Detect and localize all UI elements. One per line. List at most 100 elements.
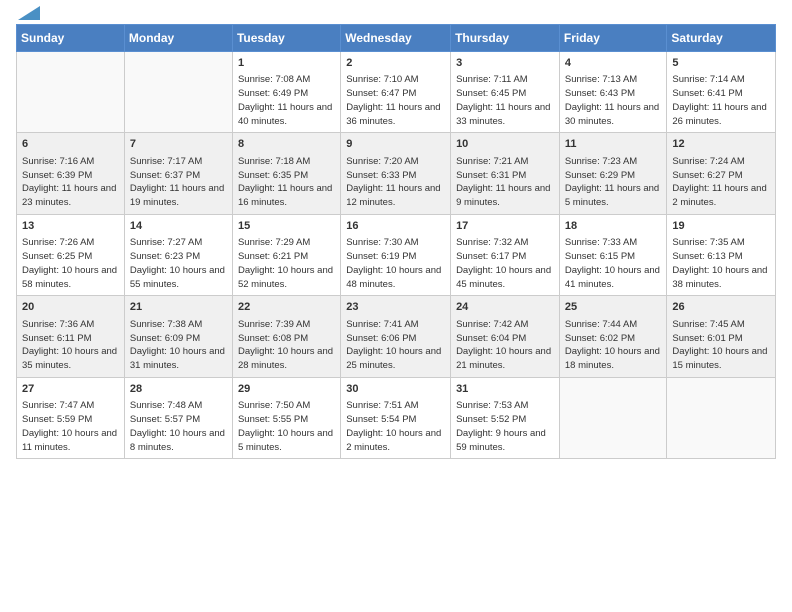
cell-content: Sunrise: 7:16 AM Sunset: 6:39 PM Dayligh… [22, 155, 119, 210]
calendar-cell: 6 Sunrise: 7:16 AM Sunset: 6:39 PM Daylig… [17, 133, 125, 214]
day-number: 6 [22, 137, 119, 152]
day-number: 7 [130, 137, 227, 152]
calendar-row-2: 6 Sunrise: 7:16 AM Sunset: 6:39 PM Daylig… [17, 133, 776, 214]
cell-content: Sunrise: 7:45 AM Sunset: 6:01 PM Dayligh… [672, 318, 770, 373]
cell-content: Sunrise: 7:27 AM Sunset: 6:23 PM Dayligh… [130, 236, 227, 291]
day-number: 19 [672, 219, 770, 234]
calendar-row-4: 20Sunrise: 7:36 AM Sunset: 6:11 PM Dayli… [17, 296, 776, 377]
calendar-cell: 5 Sunrise: 7:14 AM Sunset: 6:41 PM Daylig… [667, 52, 776, 133]
cell-content: Sunrise: 7:26 AM Sunset: 6:25 PM Dayligh… [22, 236, 119, 291]
calendar-cell: 9 Sunrise: 7:20 AM Sunset: 6:33 PM Daylig… [341, 133, 451, 214]
calendar-cell [17, 52, 125, 133]
cell-content: Sunrise: 7:30 AM Sunset: 6:19 PM Dayligh… [346, 236, 445, 291]
day-number: 5 [672, 56, 770, 71]
day-number: 18 [565, 219, 662, 234]
cell-content: Sunrise: 7:33 AM Sunset: 6:15 PM Dayligh… [565, 236, 662, 291]
logo [16, 12, 40, 16]
calendar-cell: 17 Sunrise: 7:32 AM Sunset: 6:17 PM Dayli… [451, 214, 560, 295]
calendar-row-5: 27 Sunrise: 7:47 AM Sunset: 5:59 PM Dayli… [17, 377, 776, 458]
calendar-cell: 14 Sunrise: 7:27 AM Sunset: 6:23 PM Dayli… [124, 214, 232, 295]
calendar-cell [667, 377, 776, 458]
cell-content: Sunrise: 7:38 AM Sunset: 6:09 PM Dayligh… [130, 318, 227, 373]
calendar-cell: 30 Sunrise: 7:51 AM Sunset: 5:54 PM Dayli… [341, 377, 451, 458]
day-number: 24 [456, 300, 554, 315]
cell-content: Sunrise: 7:08 AM Sunset: 6:49 PM Dayligh… [238, 73, 335, 128]
cell-content: Sunrise: 7:11 AM Sunset: 6:45 PM Dayligh… [456, 73, 554, 128]
day-number: 30 [346, 382, 445, 397]
day-number: 10 [456, 137, 554, 152]
calendar-cell: 29 Sunrise: 7:50 AM Sunset: 5:55 PM Dayli… [232, 377, 340, 458]
cell-content: Sunrise: 7:17 AM Sunset: 6:37 PM Dayligh… [130, 155, 227, 210]
day-number: 2 [346, 56, 445, 71]
col-header-friday: Friday [559, 25, 667, 52]
cell-content: Sunrise: 7:20 AM Sunset: 6:33 PM Dayligh… [346, 155, 445, 210]
header-row: SundayMondayTuesdayWednesdayThursdayFrid… [17, 25, 776, 52]
calendar-cell: 21 Sunrise: 7:38 AM Sunset: 6:09 PM Dayli… [124, 296, 232, 377]
calendar-cell: 3Sunrise: 7:11 AM Sunset: 6:45 PM Daylig… [451, 52, 560, 133]
cell-content: Sunrise: 7:41 AM Sunset: 6:06 PM Dayligh… [346, 318, 445, 373]
calendar-cell: 12 Sunrise: 7:24 AM Sunset: 6:27 PM Dayli… [667, 133, 776, 214]
calendar-row-3: 13 Sunrise: 7:26 AM Sunset: 6:25 PM Dayli… [17, 214, 776, 295]
cell-content: Sunrise: 7:32 AM Sunset: 6:17 PM Dayligh… [456, 236, 554, 291]
page-header [16, 12, 776, 16]
day-number: 8 [238, 137, 335, 152]
cell-content: Sunrise: 7:24 AM Sunset: 6:27 PM Dayligh… [672, 155, 770, 210]
day-number: 27 [22, 382, 119, 397]
cell-content: Sunrise: 7:42 AM Sunset: 6:04 PM Dayligh… [456, 318, 554, 373]
day-number: 31 [456, 382, 554, 397]
col-header-sunday: Sunday [17, 25, 125, 52]
day-number: 28 [130, 382, 227, 397]
calendar-cell: 26Sunrise: 7:45 AM Sunset: 6:01 PM Dayli… [667, 296, 776, 377]
calendar-cell [124, 52, 232, 133]
day-number: 16 [346, 219, 445, 234]
calendar-page: SundayMondayTuesdayWednesdayThursdayFrid… [0, 0, 792, 612]
calendar-cell: 1Sunrise: 7:08 AM Sunset: 6:49 PM Daylig… [232, 52, 340, 133]
day-number: 23 [346, 300, 445, 315]
cell-content: Sunrise: 7:13 AM Sunset: 6:43 PM Dayligh… [565, 73, 662, 128]
day-number: 15 [238, 219, 335, 234]
cell-content: Sunrise: 7:44 AM Sunset: 6:02 PM Dayligh… [565, 318, 662, 373]
calendar-cell: 16 Sunrise: 7:30 AM Sunset: 6:19 PM Dayli… [341, 214, 451, 295]
day-number: 12 [672, 137, 770, 152]
cell-content: Sunrise: 7:47 AM Sunset: 5:59 PM Dayligh… [22, 399, 119, 454]
cell-content: Sunrise: 7:51 AM Sunset: 5:54 PM Dayligh… [346, 399, 445, 454]
cell-content: Sunrise: 7:29 AM Sunset: 6:21 PM Dayligh… [238, 236, 335, 291]
col-header-tuesday: Tuesday [232, 25, 340, 52]
logo-icon [18, 6, 40, 20]
cell-content: Sunrise: 7:35 AM Sunset: 6:13 PM Dayligh… [672, 236, 770, 291]
cell-content: Sunrise: 7:21 AM Sunset: 6:31 PM Dayligh… [456, 155, 554, 210]
day-number: 21 [130, 300, 227, 315]
col-header-wednesday: Wednesday [341, 25, 451, 52]
cell-content: Sunrise: 7:23 AM Sunset: 6:29 PM Dayligh… [565, 155, 662, 210]
calendar-cell: 18 Sunrise: 7:33 AM Sunset: 6:15 PM Dayli… [559, 214, 667, 295]
cell-content: Sunrise: 7:36 AM Sunset: 6:11 PM Dayligh… [22, 318, 119, 373]
calendar-cell: 15 Sunrise: 7:29 AM Sunset: 6:21 PM Dayli… [232, 214, 340, 295]
calendar-cell: 10 Sunrise: 7:21 AM Sunset: 6:31 PM Dayli… [451, 133, 560, 214]
cell-content: Sunrise: 7:53 AM Sunset: 5:52 PM Dayligh… [456, 399, 554, 454]
cell-content: Sunrise: 7:48 AM Sunset: 5:57 PM Dayligh… [130, 399, 227, 454]
cell-content: Sunrise: 7:50 AM Sunset: 5:55 PM Dayligh… [238, 399, 335, 454]
col-header-saturday: Saturday [667, 25, 776, 52]
day-number: 29 [238, 382, 335, 397]
logo-text [16, 12, 40, 16]
day-number: 11 [565, 137, 662, 152]
calendar-cell: 27 Sunrise: 7:47 AM Sunset: 5:59 PM Dayli… [17, 377, 125, 458]
calendar-cell: 28 Sunrise: 7:48 AM Sunset: 5:57 PM Dayli… [124, 377, 232, 458]
cell-content: Sunrise: 7:14 AM Sunset: 6:41 PM Dayligh… [672, 73, 770, 128]
calendar-cell: 11 Sunrise: 7:23 AM Sunset: 6:29 PM Dayli… [559, 133, 667, 214]
calendar-cell: 7 Sunrise: 7:17 AM Sunset: 6:37 PM Daylig… [124, 133, 232, 214]
day-number: 25 [565, 300, 662, 315]
cell-content: Sunrise: 7:10 AM Sunset: 6:47 PM Dayligh… [346, 73, 445, 128]
calendar-cell: 20Sunrise: 7:36 AM Sunset: 6:11 PM Dayli… [17, 296, 125, 377]
calendar-cell: 31 Sunrise: 7:53 AM Sunset: 5:52 PM Dayli… [451, 377, 560, 458]
day-number: 14 [130, 219, 227, 234]
cell-content: Sunrise: 7:18 AM Sunset: 6:35 PM Dayligh… [238, 155, 335, 210]
calendar-cell: 8 Sunrise: 7:18 AM Sunset: 6:35 PM Daylig… [232, 133, 340, 214]
day-number: 17 [456, 219, 554, 234]
day-number: 13 [22, 219, 119, 234]
col-header-monday: Monday [124, 25, 232, 52]
calendar-cell: 24 Sunrise: 7:42 AM Sunset: 6:04 PM Dayli… [451, 296, 560, 377]
day-number: 22 [238, 300, 335, 315]
day-number: 9 [346, 137, 445, 152]
calendar-cell: 23 Sunrise: 7:41 AM Sunset: 6:06 PM Dayli… [341, 296, 451, 377]
